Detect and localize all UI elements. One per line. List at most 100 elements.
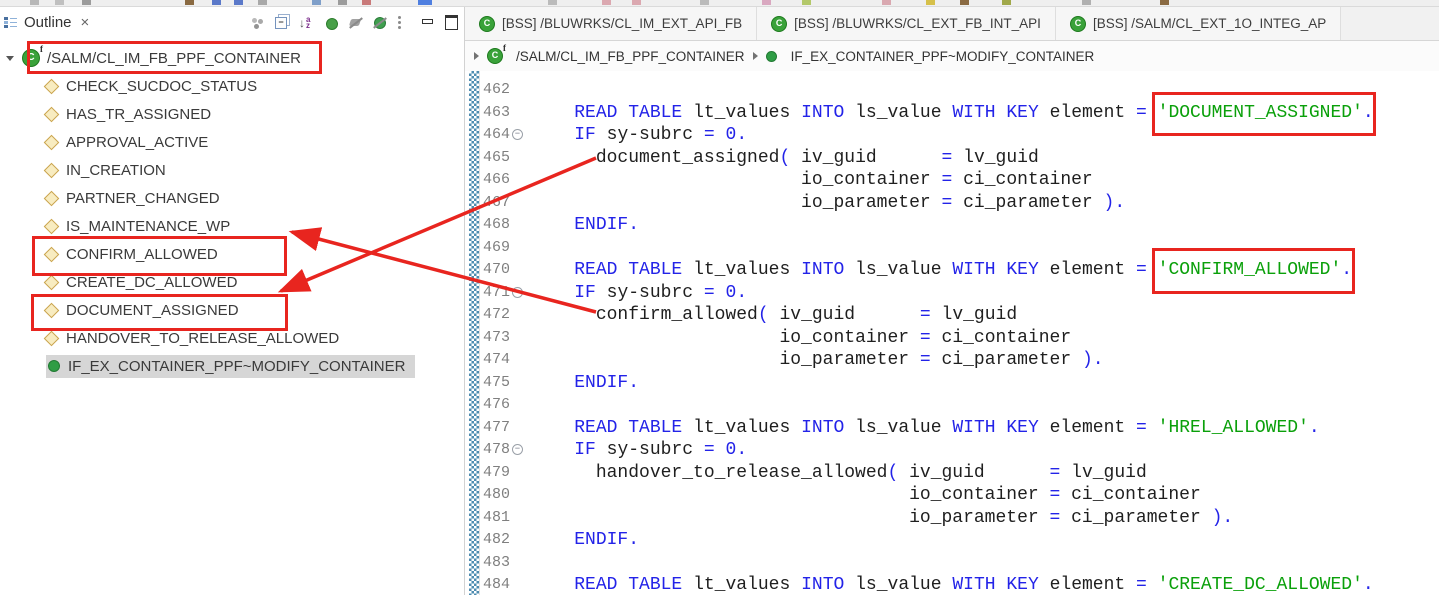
- code-line-481[interactable]: 481 io_parameter = ci_parameter ).: [481, 507, 1439, 530]
- editor-tab-label: [BSS] /BLUWRKS/CL_IM_EXT_API_FB: [502, 16, 742, 31]
- code-line-476[interactable]: 476: [481, 394, 1439, 417]
- code-line-472[interactable]: 472 confirm_allowed( iv_guid = lv_guid: [481, 304, 1439, 327]
- line-number[interactable]: 472: [481, 304, 531, 327]
- line-number[interactable]: 470: [481, 259, 531, 282]
- code-line-text: READ TABLE lt_values INTO ls_value WITH …: [531, 417, 1320, 440]
- code-line-484[interactable]: 484 READ TABLE lt_values INTO ls_value W…: [481, 574, 1439, 595]
- code-line-text: IF sy-subrc = 0.: [531, 282, 747, 305]
- line-number[interactable]: 478−: [481, 439, 531, 462]
- collapse-all-icon[interactable]: [275, 16, 288, 29]
- outline-item-is-maintenance-wp[interactable]: IS_MAINTENANCE_WP: [0, 212, 464, 240]
- outline-item-create-dc-allowed[interactable]: CREATE_DC_ALLOWED: [0, 268, 464, 296]
- minimize-icon[interactable]: [422, 18, 432, 28]
- line-number[interactable]: 477: [481, 417, 531, 440]
- editor-tab-0[interactable]: C[BSS] /BLUWRKS/CL_IM_EXT_API_FB: [465, 7, 757, 40]
- line-number[interactable]: 468: [481, 214, 531, 237]
- code-line-text: READ TABLE lt_values INTO ls_value WITH …: [531, 102, 1374, 125]
- code-line-482[interactable]: 482 ENDIF.: [481, 529, 1439, 552]
- sort-alphabetically-icon[interactable]: [299, 16, 315, 30]
- outline-tree: Cf /SALM/CL_IM_FB_PPF_CONTAINER CHECK_SU…: [0, 44, 464, 595]
- code-line-text: READ TABLE lt_values INTO ls_value WITH …: [531, 259, 1352, 282]
- outline-root-label: /SALM/CL_IM_FB_PPF_CONTAINER: [47, 50, 301, 67]
- line-number[interactable]: 482: [481, 529, 531, 552]
- code-line-463[interactable]: 463 READ TABLE lt_values INTO ls_value W…: [481, 102, 1439, 125]
- code-line-462[interactable]: 462: [481, 79, 1439, 102]
- line-number[interactable]: 464−: [481, 124, 531, 147]
- code-line-468[interactable]: 468 ENDIF.: [481, 214, 1439, 237]
- outline-item-handover-to-release-allowed[interactable]: HANDOVER_TO_RELEASE_ALLOWED: [0, 324, 464, 352]
- outline-item-approval-active[interactable]: APPROVAL_ACTIVE: [0, 128, 464, 156]
- line-number[interactable]: 479: [481, 462, 531, 485]
- code-line-473[interactable]: 473 io_container = ci_container: [481, 327, 1439, 350]
- line-number[interactable]: 474: [481, 349, 531, 372]
- abap-class-icon: C: [1070, 16, 1086, 32]
- line-number[interactable]: 466: [481, 169, 531, 192]
- breadcrumb-class-label: /SALM/CL_IM_FB_PPF_CONTAINER: [516, 49, 745, 64]
- code-line-479[interactable]: 479 handover_to_release_allowed( iv_guid…: [481, 462, 1439, 485]
- outline-item-if-ex-container-ppf-modify-container[interactable]: IF_EX_CONTAINER_PPF~MODIFY_CONTAINER: [0, 352, 464, 380]
- fold-marker-icon[interactable]: −: [512, 287, 523, 298]
- breadcrumb-class[interactable]: Cf /SALM/CL_IM_FB_PPF_CONTAINER: [487, 48, 745, 64]
- chevron-down-icon[interactable]: [6, 56, 14, 61]
- outline-root-node[interactable]: Cf /SALM/CL_IM_FB_PPF_CONTAINER: [0, 44, 464, 72]
- code-editor[interactable]: 462463 READ TABLE lt_values INTO ls_valu…: [465, 71, 1439, 595]
- eclipse-adt-window: Outline × Cf /SALM/CL_IM_FB_PPF_CONTAINE…: [0, 0, 1439, 595]
- code-line-466[interactable]: 466 io_container = ci_container: [481, 169, 1439, 192]
- code-line-480[interactable]: 480 io_container = ci_container: [481, 484, 1439, 507]
- line-number[interactable]: 480: [481, 484, 531, 507]
- breadcrumb-method[interactable]: IF_EX_CONTAINER_PPF~MODIFY_CONTAINER: [766, 49, 1095, 64]
- code-line-text: io_container = ci_container: [531, 327, 1071, 350]
- editor-tab-1[interactable]: C[BSS] /BLUWRKS/CL_EXT_FB_INT_API: [757, 7, 1056, 40]
- code-line-477[interactable]: 477 READ TABLE lt_values INTO ls_value W…: [481, 417, 1439, 440]
- hide-non-public-members-icon[interactable]: [373, 16, 386, 29]
- code-line-465[interactable]: 465 document_assigned( iv_guid = lv_guid: [481, 147, 1439, 170]
- show-annotations-icon[interactable]: [326, 18, 338, 30]
- protected-method-icon: [44, 106, 60, 122]
- protected-method-icon: [44, 134, 60, 150]
- fold-marker-icon[interactable]: −: [512, 444, 523, 455]
- outline-item-confirm-allowed[interactable]: CONFIRM_ALLOWED: [0, 240, 464, 268]
- code-line-478[interactable]: 478− IF sy-subrc = 0.: [481, 439, 1439, 462]
- code-line-464[interactable]: 464− IF sy-subrc = 0.: [481, 124, 1439, 147]
- close-icon[interactable]: ×: [78, 14, 93, 31]
- outline-item-in-creation[interactable]: IN_CREATION: [0, 156, 464, 184]
- protected-method-icon: [44, 190, 60, 206]
- line-number[interactable]: 481: [481, 507, 531, 530]
- editor-tab-2[interactable]: C[BSS] /SALM/CL_EXT_1O_INTEG_AP: [1056, 7, 1341, 40]
- code-line-474[interactable]: 474 io_parameter = ci_parameter ).: [481, 349, 1439, 372]
- code-line-471[interactable]: 471− IF sy-subrc = 0.: [481, 282, 1439, 305]
- outline-view-icon: [4, 16, 18, 29]
- outline-item-partner-changed[interactable]: PARTNER_CHANGED: [0, 184, 464, 212]
- abap-class-icon: Cf: [487, 48, 503, 64]
- fold-marker-icon[interactable]: −: [512, 129, 523, 140]
- code-line-470[interactable]: 470 READ TABLE lt_values INTO ls_value W…: [481, 259, 1439, 282]
- code-line-467[interactable]: 467 io_parameter = ci_parameter ).: [481, 192, 1439, 215]
- main-toolbar-sliver: [0, 0, 1439, 7]
- line-number[interactable]: 483: [481, 552, 531, 575]
- line-number[interactable]: 471−: [481, 282, 531, 305]
- focus-icon[interactable]: [250, 16, 264, 30]
- outline-view-tab[interactable]: Outline ×: [0, 7, 98, 38]
- code-line-475[interactable]: 475 ENDIF.: [481, 372, 1439, 395]
- code-line-text: confirm_allowed( iv_guid = lv_guid: [531, 304, 1017, 327]
- line-number[interactable]: 463: [481, 102, 531, 125]
- line-number[interactable]: 475: [481, 372, 531, 395]
- protected-method-icon: [44, 246, 60, 262]
- line-number[interactable]: 484: [481, 574, 531, 595]
- outline-item-has-tr-assigned[interactable]: HAS_TR_ASSIGNED: [0, 100, 464, 128]
- hide-static-members-icon[interactable]: [349, 16, 362, 29]
- editor-tab-bar: C[BSS] /BLUWRKS/CL_IM_EXT_API_FBC[BSS] /…: [465, 7, 1439, 41]
- outline-item-check-sucdoc-status[interactable]: CHECK_SUCDOC_STATUS: [0, 72, 464, 100]
- line-number[interactable]: 467: [481, 192, 531, 215]
- line-number[interactable]: 476: [481, 394, 531, 417]
- line-number[interactable]: 469: [481, 237, 531, 260]
- line-number[interactable]: 462: [481, 79, 531, 102]
- code-line-text: ENDIF.: [531, 529, 639, 552]
- code-line-483[interactable]: 483: [481, 552, 1439, 575]
- maximize-icon[interactable]: [445, 15, 458, 30]
- line-number[interactable]: 465: [481, 147, 531, 170]
- view-menu-icon[interactable]: [397, 16, 403, 30]
- line-number[interactable]: 473: [481, 327, 531, 350]
- code-line-469[interactable]: 469: [481, 237, 1439, 260]
- outline-item-document-assigned[interactable]: DOCUMENT_ASSIGNED: [0, 296, 464, 324]
